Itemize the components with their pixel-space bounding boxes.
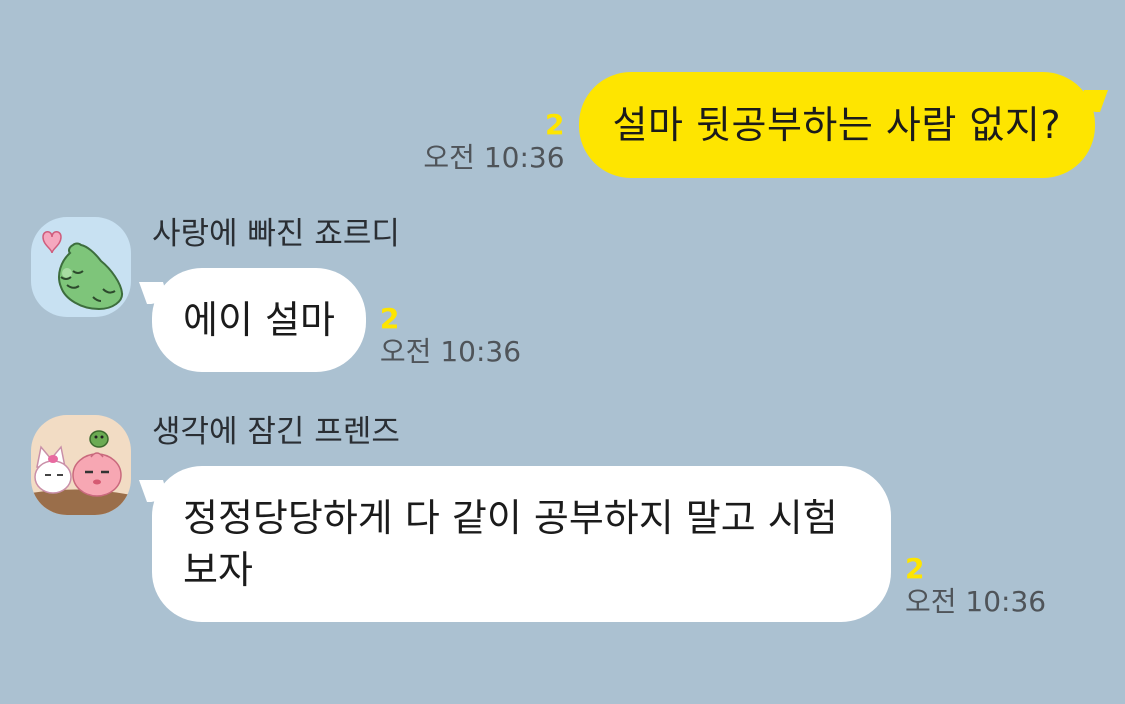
sent-message-bubble[interactable]: 설마 뒷공부하는 사람 없지? [578, 72, 1095, 178]
bubble-line: 정정당당하게 다 같이 공부하지 말고 시험 보자 2 오전 10:36 [149, 466, 1046, 622]
message-row-received: 사랑에 빠진 죠르디 에이 설마 2 오전 10:36 [31, 214, 521, 372]
sender-name[interactable]: 생각에 잠긴 프렌즈 [152, 412, 1046, 452]
unread-count: 2 [905, 552, 925, 585]
received-message-bubble[interactable]: 정정당당하게 다 같이 공부하지 말고 시험 보자 [152, 466, 891, 622]
message-row-received: 생각에 잠긴 프렌즈 정정당당하게 다 같이 공부하지 말고 시험 보자 2 오… [31, 412, 1046, 622]
message-timestamp: 오전 10:36 [905, 585, 1047, 618]
bubble-line: 에이 설마 2 오전 10:36 [149, 268, 521, 372]
unread-count: 2 [379, 302, 400, 335]
unread-count: 2 [545, 108, 565, 141]
message-timestamp: 오전 10:36 [379, 335, 522, 368]
message-row-sent: 2 오전 10:36 설마 뒷공부하는 사람 없지? [423, 72, 1095, 178]
message-meta: 2 오전 10:36 [380, 303, 521, 369]
sender-name[interactable]: 사랑에 빠진 죠르디 [152, 214, 521, 254]
message-content: 사랑에 빠진 죠르디 에이 설마 2 오전 10:36 [149, 214, 521, 372]
friends-apeach-neo-avatar-icon[interactable] [31, 415, 131, 515]
message-timestamp: 오전 10:36 [423, 141, 565, 174]
jordy-dinosaur-heart-avatar-icon[interactable] [31, 217, 131, 317]
received-message-bubble[interactable]: 에이 설마 [152, 268, 366, 372]
message-meta: 2 오전 10:36 [905, 553, 1046, 619]
message-meta: 2 오전 10:36 [423, 109, 564, 175]
message-content: 생각에 잠긴 프렌즈 정정당당하게 다 같이 공부하지 말고 시험 보자 2 오… [149, 412, 1046, 622]
chat-room[interactable]: 2 오전 10:36 설마 뒷공부하는 사람 없지? 사랑에 빠진 죠르디 에이… [0, 0, 1125, 704]
